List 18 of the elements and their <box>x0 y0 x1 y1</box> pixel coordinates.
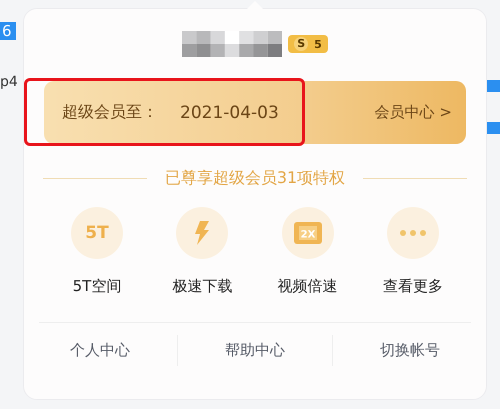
storage-icon: 5T <box>85 223 109 243</box>
footer-link[interactable]: 个人中心 <box>23 335 177 366</box>
expiry-date: 2021-04-03 <box>180 102 279 122</box>
privilege-label[interactable]: 查看更多 <box>382 277 443 296</box>
member-center-link[interactable]: 会员中心 > <box>374 103 452 122</box>
privilege-label[interactable]: 极速下载 <box>172 277 232 296</box>
footer-link[interactable]: 切换帐号 <box>333 335 487 366</box>
film-icon: 2X <box>294 222 322 244</box>
privilege-label[interactable]: 视频倍速 <box>278 277 338 296</box>
footer-link[interactable]: 帮助中心 <box>178 335 332 366</box>
membership-label: 超级会员至： <box>62 102 158 123</box>
level-badge: S 5 <box>288 35 328 53</box>
privileges-title: 已尊享超级会员31项特权 <box>164 168 346 189</box>
count-badge: 6 <box>0 22 16 40</box>
more-icon <box>400 230 426 236</box>
file-name: p4 <box>0 74 19 90</box>
privilege-label[interactable]: 5T空间 <box>72 277 122 296</box>
lightning-icon <box>194 221 210 245</box>
